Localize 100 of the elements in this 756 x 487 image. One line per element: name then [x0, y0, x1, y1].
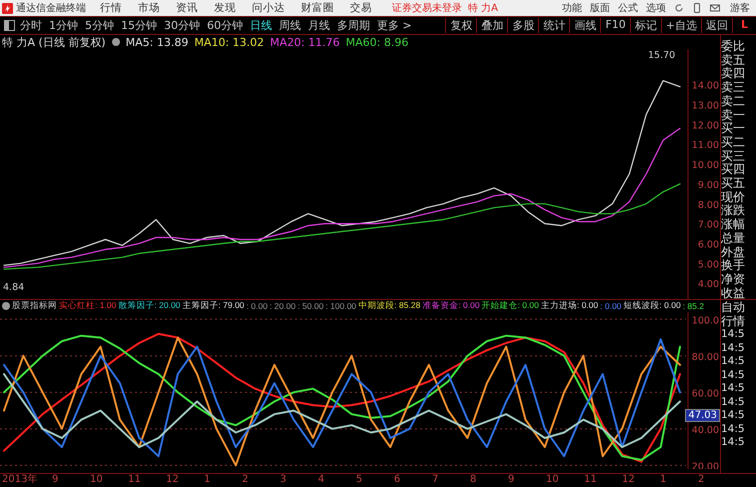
date-label: 1 — [660, 474, 668, 487]
menu-item[interactable]: 问小达 — [252, 1, 285, 15]
quote-label: 涨幅 — [721, 218, 746, 232]
trade-time: 14:5 — [721, 422, 746, 436]
quote-label: 买一 — [721, 122, 746, 136]
quote-label: 外盘 — [721, 246, 746, 259]
date-label: 5 — [356, 474, 364, 487]
date-label: 3 — [280, 474, 288, 487]
date-label: 8 — [470, 474, 478, 487]
quote-label: 卖五 — [721, 54, 746, 67]
legend-item: 主力进场: 0.00 — [540, 300, 598, 312]
ma-value: MA60: 8.96 — [346, 36, 408, 48]
trade-time: 14:5 — [721, 328, 746, 342]
corner-label: L — [732, 18, 756, 33]
date-label: 10 — [90, 474, 104, 487]
menu-item[interactable]: 公式 — [618, 1, 638, 15]
mail-icon[interactable] — [710, 3, 720, 13]
ma-value: MA10: 13.02 — [194, 36, 264, 48]
trade-time: 14:5 — [721, 396, 746, 409]
quote-label: 委比 — [721, 40, 746, 54]
side-label[interactable]: 自动 — [721, 300, 756, 314]
panel-toggle-icon[interactable] — [4, 20, 15, 31]
toolbar-button[interactable]: 标记 — [630, 18, 661, 33]
legend-item: : 0.00 — [600, 301, 622, 311]
legend-item: 短线波段: 0.00 — [623, 300, 681, 312]
trade-time: 14:5 — [721, 382, 746, 396]
axis-label: 6.00 — [698, 239, 719, 250]
settings-icon[interactable] — [2, 302, 10, 310]
period-tab[interactable]: 更多 > — [377, 18, 412, 33]
axis-label: 13.00 — [692, 100, 719, 112]
date-label: 2013年 — [2, 474, 38, 487]
axis-label: 80.00 — [692, 352, 719, 363]
toolbar-button[interactable]: +自选 — [660, 18, 701, 33]
period-tab[interactable]: 多周期 — [337, 18, 370, 33]
quote-label: 现价 — [721, 190, 746, 204]
legend-item: : 0.00 — [246, 301, 268, 311]
period-tab[interactable]: 1分钟 — [49, 18, 78, 33]
date-label: 9 — [508, 474, 516, 487]
user-label[interactable]: 游客 — [730, 1, 750, 15]
menu-item[interactable]: 交易 — [350, 1, 372, 15]
toolbar-button[interactable]: 画线 — [569, 18, 600, 33]
phone-icon[interactable] — [692, 3, 702, 13]
legend-item: 实心红柱: 1.00 — [59, 300, 116, 312]
quote-label: 卖三 — [721, 81, 746, 95]
quote-label: 卖四 — [721, 67, 746, 81]
menu-item[interactable]: 功能 — [562, 1, 582, 15]
period-tab[interactable]: 15分钟 — [121, 18, 157, 33]
high-price-label: 15.70 — [648, 50, 676, 61]
period-tab[interactable]: 60分钟 — [207, 18, 243, 33]
date-label: 11 — [584, 474, 598, 487]
axis-label: 100.0 — [692, 315, 719, 326]
menu-item[interactable]: 资讯 — [176, 1, 198, 15]
date-label: 6 — [394, 474, 402, 487]
axis-label: 11.00 — [692, 140, 719, 152]
app-title: 通达信金融终端 — [16, 2, 86, 15]
quote-label: 涨跌 — [721, 204, 746, 218]
date-label: 7 — [432, 474, 440, 487]
toolbar-button[interactable]: F10 — [600, 18, 630, 33]
menu-item[interactable]: 市场 — [138, 1, 160, 15]
period-tab[interactable]: 日线 — [250, 18, 272, 33]
toolbar-button[interactable]: 多股 — [507, 18, 538, 33]
date-label: 9 — [52, 474, 60, 487]
axis-label: 9.00 — [698, 180, 719, 191]
date-label: 11 — [128, 474, 142, 487]
trade-time: 14:5 — [721, 436, 746, 450]
refresh-icon[interactable] — [674, 3, 684, 13]
login-status[interactable]: 证券交易未登录 — [392, 1, 462, 15]
menu-item[interactable]: 发现 — [214, 1, 236, 15]
legend-item: 开始建仓: 0.00 — [482, 300, 539, 312]
toolbar-button[interactable]: 叠加 — [476, 18, 508, 33]
date-label: 1 — [204, 474, 212, 487]
period-tab[interactable]: 5分钟 — [85, 18, 114, 33]
settings-icon[interactable] — [112, 38, 120, 46]
date-label: 12 — [166, 474, 180, 487]
date-label: 12 — [622, 474, 636, 487]
toolbar-button[interactable]: 统计 — [538, 18, 570, 33]
legend-item: : 85.2 — [682, 301, 704, 311]
legend-item: : 50.00 — [298, 301, 324, 311]
side-label[interactable]: 行情 — [721, 314, 756, 328]
axis-label: 4.00 — [698, 279, 719, 290]
period-tab[interactable]: 周线 — [279, 18, 301, 33]
legend-item: : 20.00 — [270, 301, 296, 311]
menu-item[interactable]: 选项 — [646, 1, 666, 15]
app-logo-icon — [2, 2, 13, 14]
quote-label: 买五 — [721, 177, 746, 191]
menu-item[interactable]: 财富圈 — [301, 1, 334, 15]
axis-label: 40.00 — [692, 424, 719, 436]
axis-label: 8.00 — [698, 200, 719, 211]
toolbar-button[interactable]: 复权 — [445, 18, 476, 33]
toolbar-button[interactable]: 返回 — [700, 18, 732, 33]
legend-item: 准备资金: 0.00 — [422, 300, 480, 312]
indicator-name: 股票指标网 — [12, 300, 57, 312]
menu-item[interactable]: 行情 — [100, 1, 122, 15]
legend-item: 散筹因子: 20.00 — [118, 300, 180, 312]
period-tab[interactable]: 分时 — [20, 18, 42, 33]
quote-label: 净资 — [721, 272, 746, 287]
menu-item[interactable]: 版面 — [590, 1, 610, 15]
period-tab[interactable]: 月线 — [308, 18, 330, 33]
period-tab[interactable]: 30分钟 — [164, 18, 200, 33]
quote-label: 收益 — [721, 286, 746, 300]
